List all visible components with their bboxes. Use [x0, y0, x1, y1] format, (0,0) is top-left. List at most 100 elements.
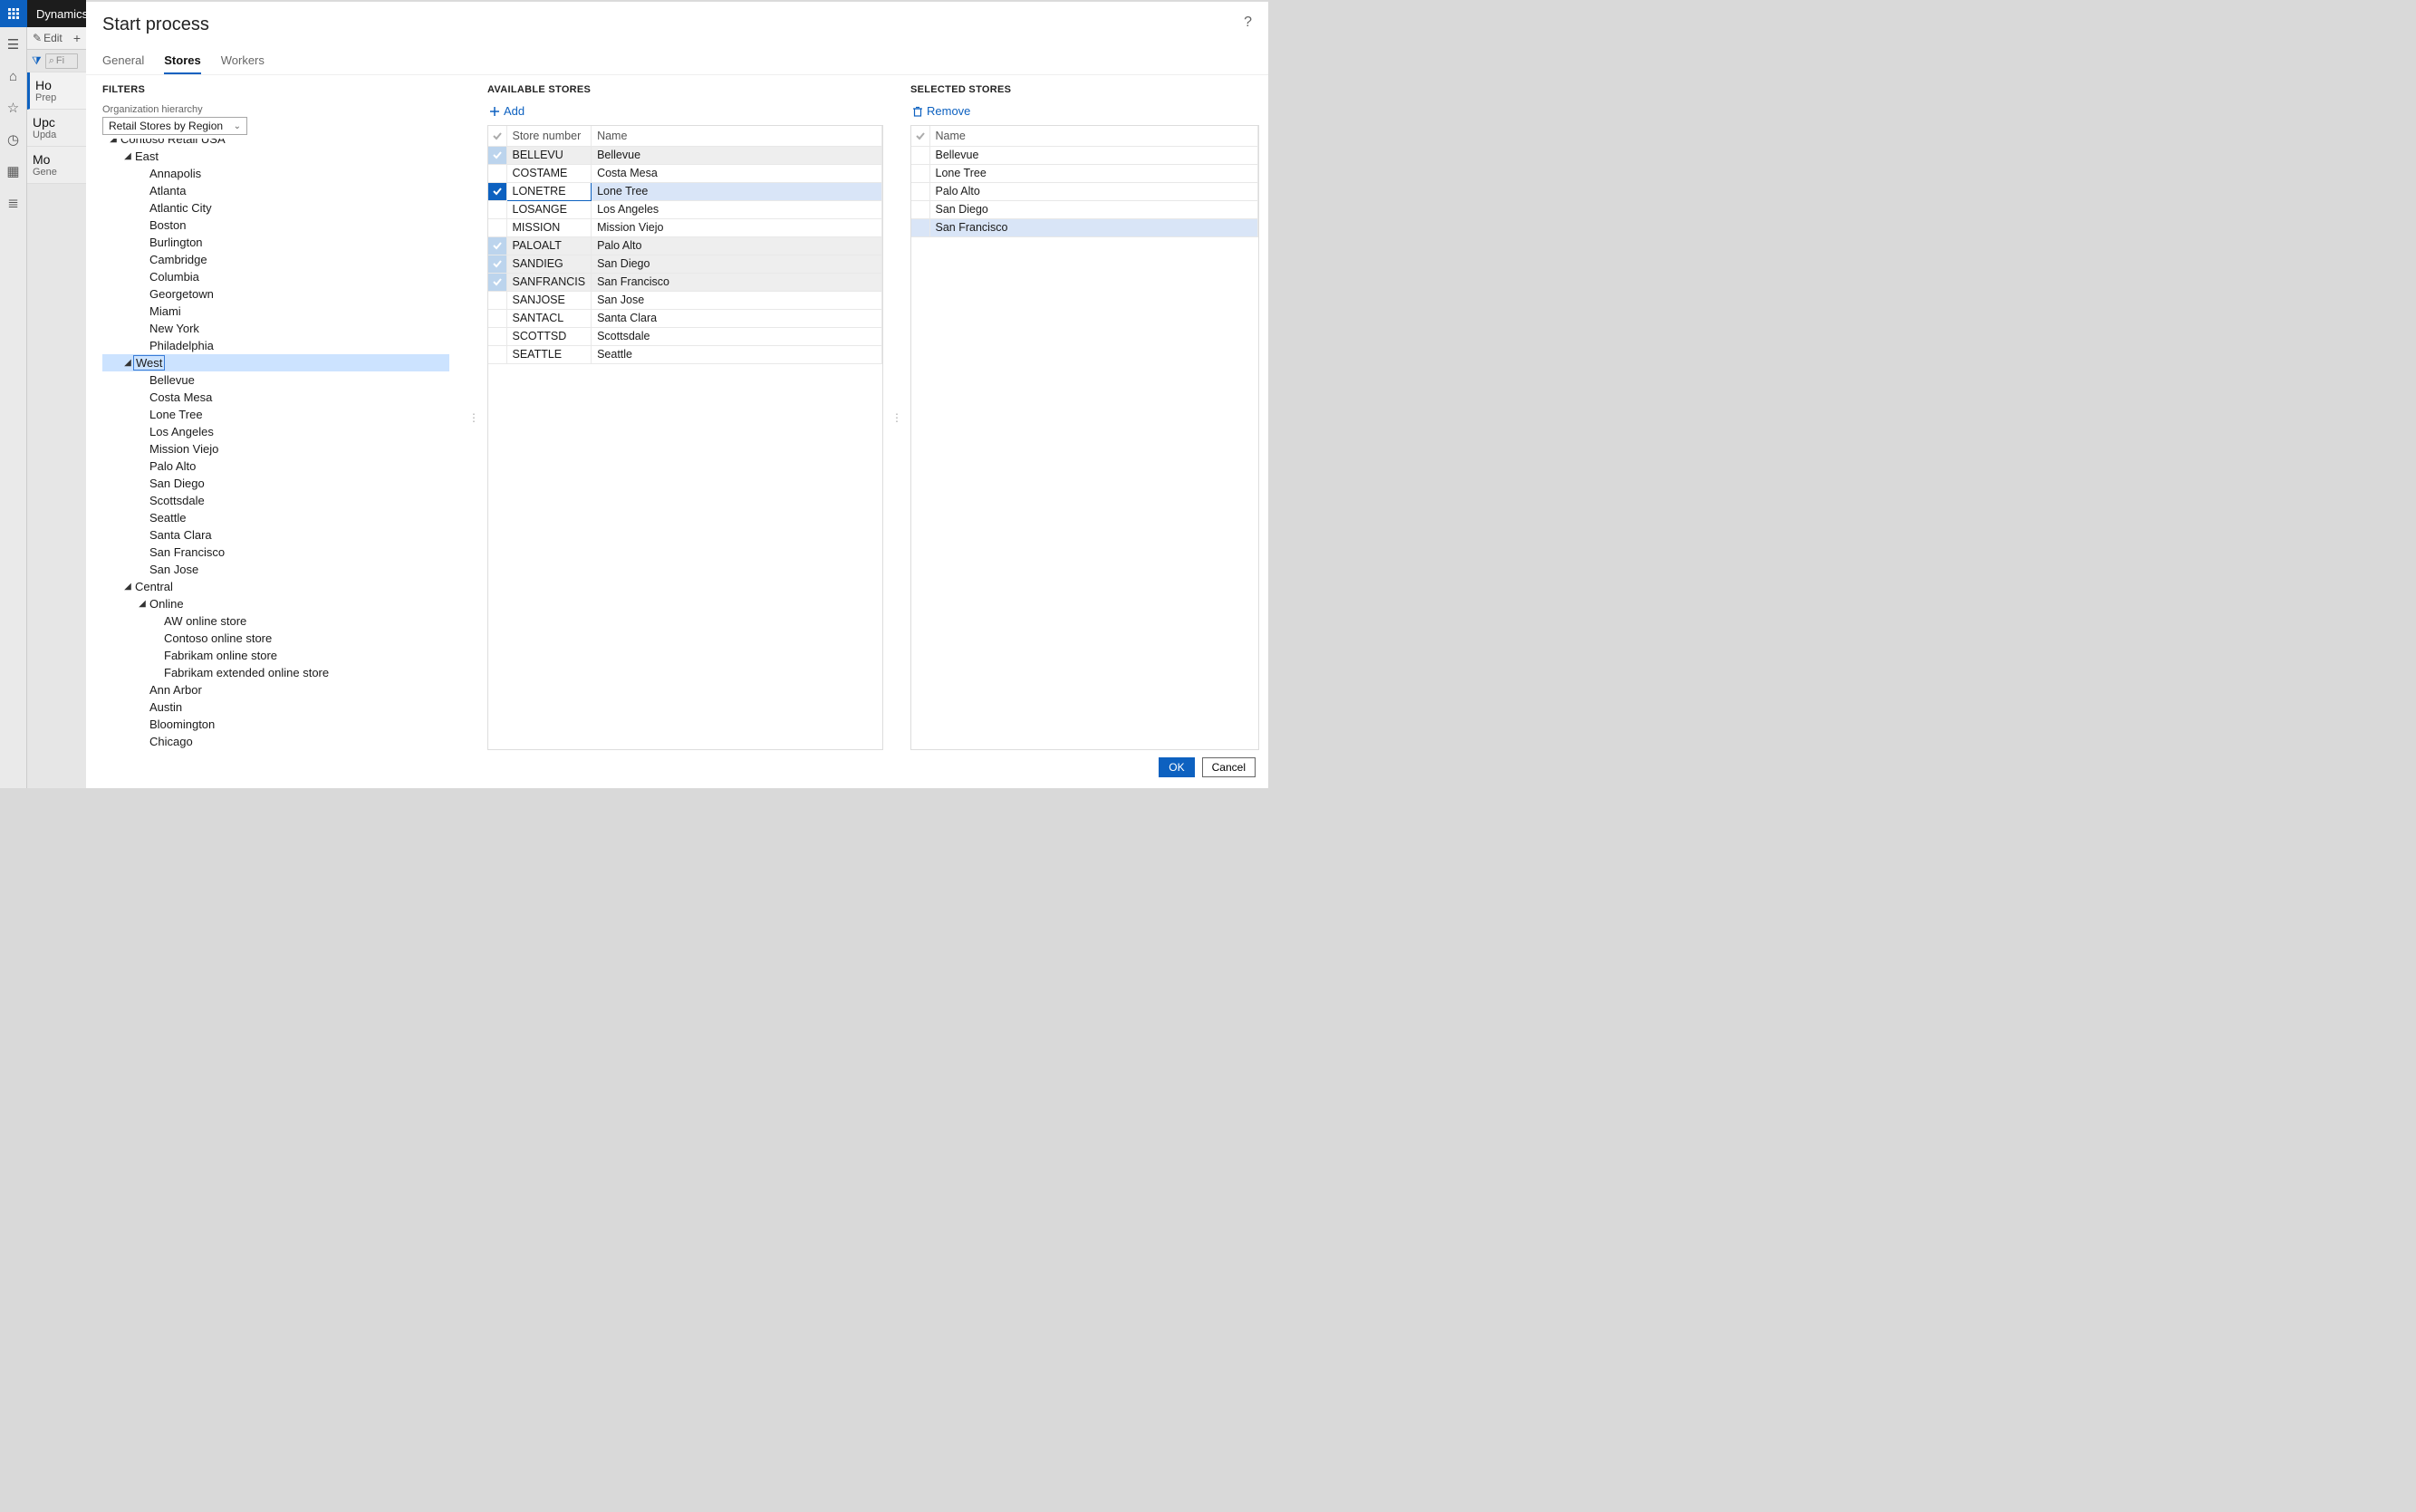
tab-workers[interactable]: Workers: [221, 48, 265, 74]
tree-node[interactable]: ◢Central: [102, 578, 449, 595]
select-all-checkbox[interactable]: [488, 126, 506, 146]
col-selected-name[interactable]: Name: [929, 126, 1258, 146]
table-row[interactable]: LOSANGELos Angeles: [488, 200, 882, 218]
select-all-selected-checkbox[interactable]: [911, 126, 929, 146]
org-hierarchy-select[interactable]: Retail Stores by Region ⌄: [102, 117, 247, 135]
tree-node[interactable]: ▸Fabrikam online store: [102, 647, 449, 664]
tree-node[interactable]: ▸Annapolis: [102, 165, 449, 182]
ok-button[interactable]: OK: [1159, 757, 1194, 777]
table-row[interactable]: San Francisco: [911, 218, 1258, 236]
row-checkbox[interactable]: [488, 291, 506, 309]
table-row[interactable]: Bellevue: [911, 146, 1258, 164]
tree-node[interactable]: ▸San Diego: [102, 475, 449, 492]
table-row[interactable]: Palo Alto: [911, 182, 1258, 200]
tree-node[interactable]: ◢East: [102, 148, 449, 165]
hamburger-icon[interactable]: ☰: [7, 38, 19, 52]
table-row[interactable]: SANDIEGSan Diego: [488, 255, 882, 273]
table-row[interactable]: SANJOSESan Jose: [488, 291, 882, 309]
tree-node[interactable]: ▸Columbia: [102, 268, 449, 285]
recent-icon[interactable]: ◷: [7, 133, 19, 147]
row-checkbox[interactable]: [488, 273, 506, 291]
col-store-number[interactable]: Store number: [506, 126, 592, 146]
add-button[interactable]: Add: [487, 102, 526, 120]
tree-node[interactable]: ▸Philadelphia: [102, 337, 449, 354]
row-checkbox[interactable]: [488, 327, 506, 345]
table-row[interactable]: SANFRANCISSan Francisco: [488, 273, 882, 291]
favorite-icon[interactable]: ☆: [7, 101, 19, 115]
workspaces-icon[interactable]: ▦: [6, 165, 19, 178]
table-row[interactable]: BELLEVUBellevue: [488, 146, 882, 164]
row-checkbox[interactable]: [488, 200, 506, 218]
list-item[interactable]: HoPrep: [27, 72, 86, 110]
tree-node[interactable]: ▸Santa Clara: [102, 526, 449, 544]
tree-node[interactable]: ▸Georgetown: [102, 285, 449, 303]
tree-node[interactable]: ▸Atlantic City: [102, 199, 449, 217]
row-checkbox[interactable]: [488, 236, 506, 255]
row-checkbox[interactable]: [911, 200, 929, 218]
row-checkbox[interactable]: [911, 146, 929, 164]
tree-node[interactable]: ▸Seattle: [102, 509, 449, 526]
row-checkbox[interactable]: [488, 218, 506, 236]
tree-node[interactable]: ▸Bloomington: [102, 716, 449, 733]
table-row[interactable]: MISSIONMission Viejo: [488, 218, 882, 236]
available-stores-grid[interactable]: Store number Name BELLEVUBellevueCOSTAME…: [487, 125, 883, 750]
tab-stores[interactable]: Stores: [164, 48, 200, 74]
tab-general[interactable]: General: [102, 48, 144, 74]
tree-node[interactable]: ▸Burlington: [102, 234, 449, 251]
org-hierarchy-tree[interactable]: ◢Contoso Retail USA◢East▸Annapolis▸Atlan…: [102, 139, 453, 750]
table-row[interactable]: Lone Tree: [911, 164, 1258, 182]
modules-icon[interactable]: ≣: [7, 197, 19, 210]
tree-node[interactable]: ◢West: [102, 354, 449, 371]
table-row[interactable]: SANTACLSanta Clara: [488, 309, 882, 327]
tree-node[interactable]: ▸Lone Tree: [102, 406, 449, 423]
tree-node[interactable]: ▸Costa Mesa: [102, 389, 449, 406]
row-checkbox[interactable]: [488, 164, 506, 182]
splitter-right[interactable]: ⋮: [894, 84, 900, 750]
row-checkbox[interactable]: [911, 164, 929, 182]
splitter-left[interactable]: ⋮: [471, 84, 476, 750]
tree-node[interactable]: ▸Mission Viejo: [102, 440, 449, 457]
row-checkbox[interactable]: [911, 218, 929, 236]
help-icon[interactable]: ?: [1244, 14, 1252, 31]
tree-node[interactable]: ▸Ann Arbor: [102, 681, 449, 698]
selected-stores-grid[interactable]: Name BellevueLone TreePalo AltoSan Diego…: [910, 125, 1259, 750]
table-row[interactable]: COSTAMECosta Mesa: [488, 164, 882, 182]
home-icon[interactable]: ⌂: [9, 70, 17, 83]
row-checkbox[interactable]: [488, 146, 506, 164]
list-item[interactable]: MoGene: [27, 147, 86, 184]
plus-icon[interactable]: +: [73, 31, 81, 45]
col-store-name[interactable]: Name: [592, 126, 882, 146]
tree-node[interactable]: ▸Fabrikam extended online store: [102, 664, 449, 681]
row-checkbox[interactable]: [911, 182, 929, 200]
tree-node[interactable]: ▸San Jose: [102, 561, 449, 578]
tree-node[interactable]: ▸Scottsdale: [102, 492, 449, 509]
tree-node[interactable]: ▸Atlanta: [102, 182, 449, 199]
tree-node[interactable]: ▸Austin: [102, 698, 449, 716]
tree-node[interactable]: ▸New York: [102, 320, 449, 337]
table-row[interactable]: SCOTTSDScottsdale: [488, 327, 882, 345]
list-item[interactable]: UpcUpda: [27, 110, 86, 147]
tree-node[interactable]: ▸Los Angeles: [102, 423, 449, 440]
tree-node[interactable]: ▸Miami: [102, 303, 449, 320]
row-checkbox[interactable]: [488, 182, 506, 200]
tree-node[interactable]: ◢Contoso Retail USA: [102, 139, 449, 148]
edit-button[interactable]: ✎ Edit: [33, 32, 63, 44]
table-row[interactable]: LONETRELone Tree: [488, 182, 882, 200]
tree-node[interactable]: ▸Cambridge: [102, 251, 449, 268]
tree-node[interactable]: ▸AW online store: [102, 612, 449, 630]
search-input[interactable]: ⌕Fi: [45, 53, 78, 69]
tree-node[interactable]: ◢Online: [102, 595, 449, 612]
cancel-button[interactable]: Cancel: [1202, 757, 1256, 777]
tree-node[interactable]: ▸Boston: [102, 217, 449, 234]
remove-button[interactable]: Remove: [910, 102, 972, 120]
tree-node[interactable]: ▸San Francisco: [102, 544, 449, 561]
row-checkbox[interactable]: [488, 345, 506, 363]
tree-node[interactable]: ▸Contoso online store: [102, 630, 449, 647]
table-row[interactable]: SEATTLESeattle: [488, 345, 882, 363]
row-checkbox[interactable]: [488, 309, 506, 327]
table-row[interactable]: San Diego: [911, 200, 1258, 218]
filter-icon[interactable]: ⧩: [32, 54, 42, 68]
table-row[interactable]: PALOALTPalo Alto: [488, 236, 882, 255]
app-launcher-icon[interactable]: [0, 0, 27, 27]
row-checkbox[interactable]: [488, 255, 506, 273]
